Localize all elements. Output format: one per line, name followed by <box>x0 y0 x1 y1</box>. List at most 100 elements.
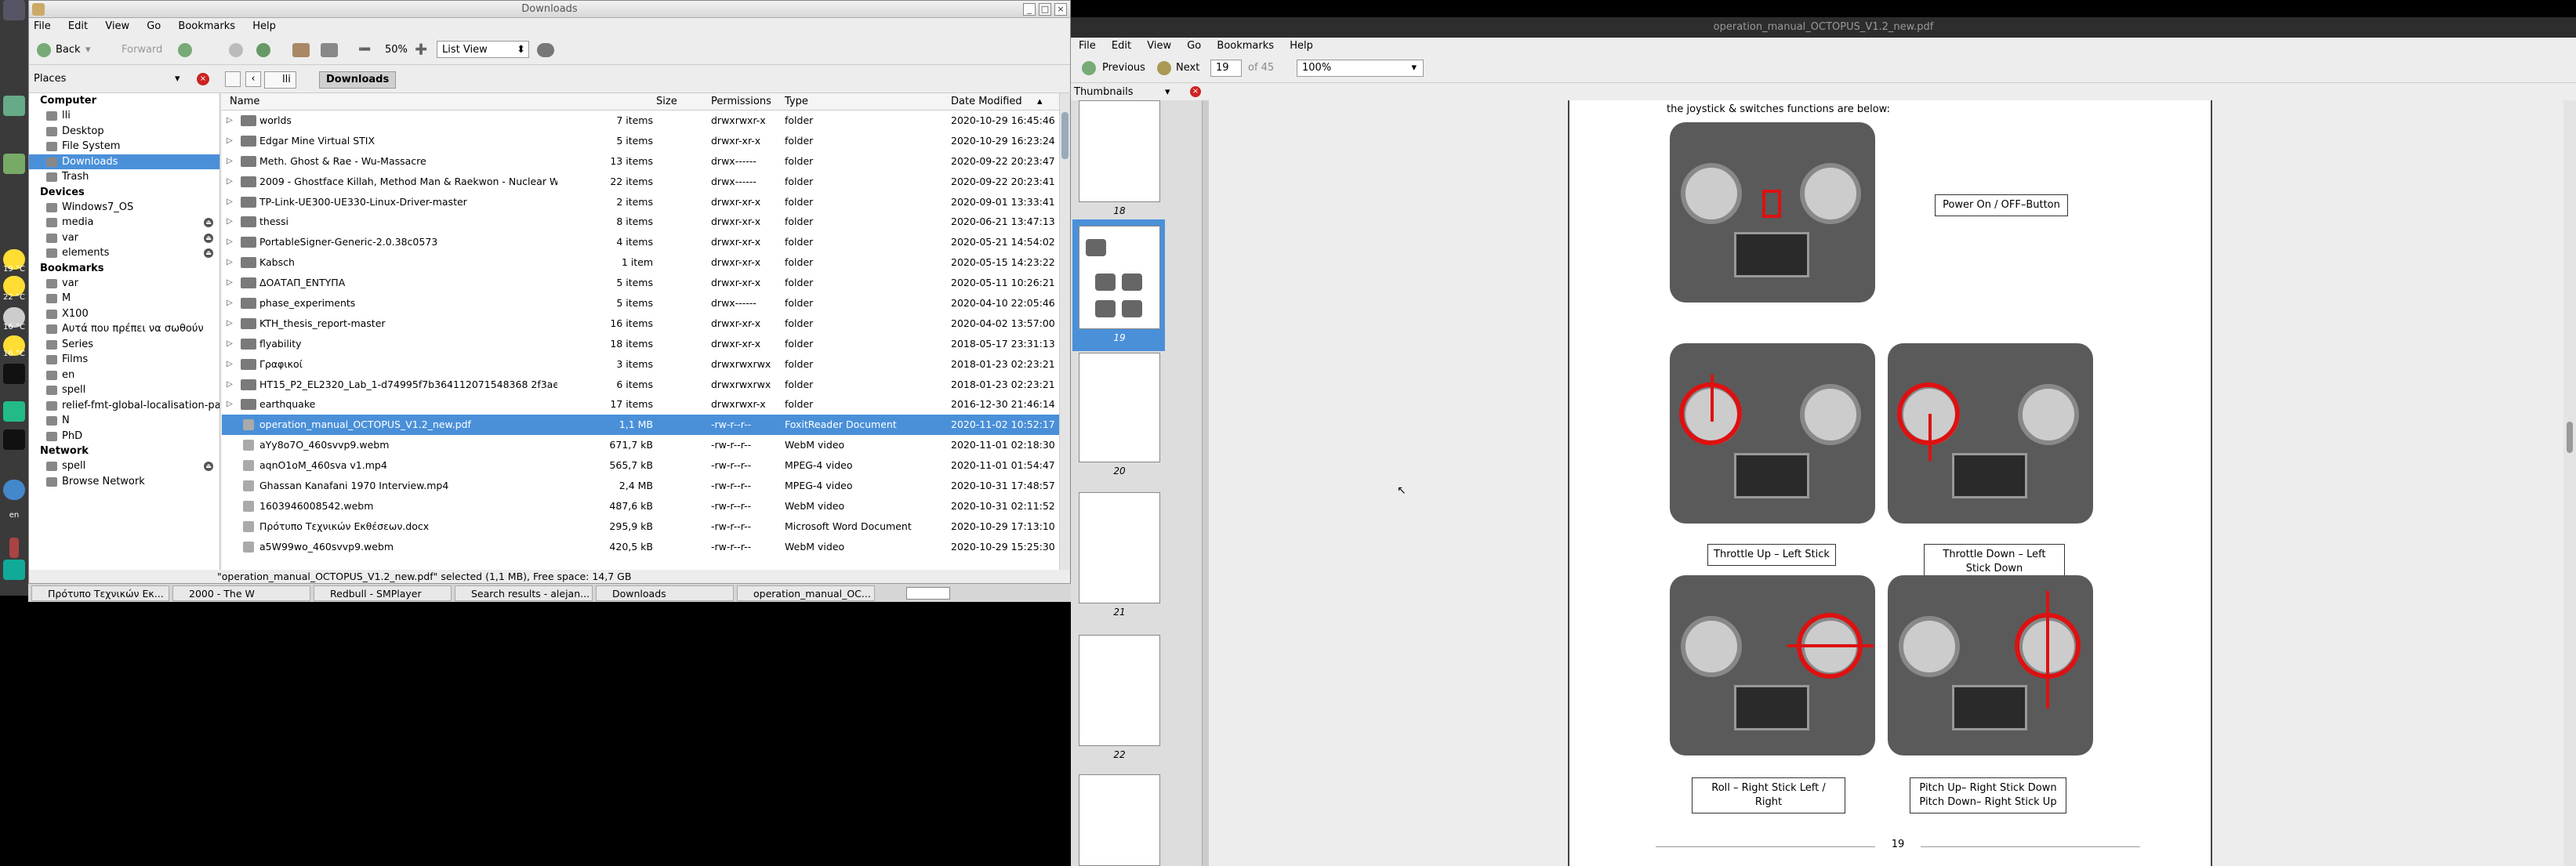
menu-help[interactable]: Help <box>252 20 276 32</box>
app-icon[interactable] <box>3 401 25 422</box>
sidebar-item[interactable]: M <box>29 291 220 306</box>
table-row[interactable]: ▷ HT15_P2_EL2320_Lab_1-d74995f7b364112071… <box>222 375 1062 395</box>
thumbnails-dropdown-icon[interactable]: ▾ <box>1165 86 1170 98</box>
table-row[interactable]: ▷ earthquake 17 items drwxrwxr-x folder 2016-… <box>222 394 1062 415</box>
places-dropdown-icon[interactable]: ▾ <box>175 73 180 85</box>
table-row[interactable]: Ghassan Kanafani 1970 Interview.mp4 2,4 M… <box>222 476 1062 496</box>
expand-icon[interactable]: ▷ <box>227 334 233 354</box>
previous-button[interactable]: Previous <box>1102 62 1145 74</box>
table-row[interactable]: ▷ phase_experiments 5 items drwx------ folde… <box>222 293 1062 313</box>
task-search-results[interactable]: Search results - alejan... <box>455 585 593 601</box>
eject-icon[interactable]: ⏏ <box>204 218 213 227</box>
maximize-icon[interactable]: □ <box>1039 3 1051 16</box>
close-thumbnails-icon[interactable]: × <box>1190 86 1201 97</box>
table-row[interactable]: ▷ Edgar Mine Virtual STIX 5 items drwxr-xr-… <box>222 131 1062 151</box>
pdf-menu-bookmarks[interactable]: Bookmarks <box>1217 40 1274 52</box>
expand-icon[interactable]: ▷ <box>227 354 233 375</box>
thumbnail-page-22[interactable] <box>1079 635 1160 746</box>
sidebar-item[interactable]: spell ⏏ <box>29 458 220 474</box>
sidebar-item[interactable]: lli <box>29 108 220 124</box>
sidebar-item[interactable]: N <box>29 413 220 429</box>
expand-icon[interactable]: ▷ <box>227 232 233 252</box>
trash-icon[interactable] <box>9 538 19 558</box>
column-date-modified[interactable]: Date Modified <box>951 96 1022 107</box>
table-row[interactable]: aqnO1oM_460sva v1.mp4 565,7 kB -rw-r--r-- M… <box>222 455 1062 476</box>
menu-edit[interactable]: Edit <box>68 20 88 32</box>
pdf-menu-file[interactable]: File <box>1079 40 1096 52</box>
thumbnail-page-23[interactable] <box>1079 774 1160 866</box>
task-pdf-viewer[interactable]: operation_manual_OC... <box>737 585 875 601</box>
table-row[interactable]: 1603946008542.webm 487,6 kB -rw-r--r-- WebM… <box>222 496 1062 516</box>
sidebar-item[interactable]: File System <box>29 139 220 154</box>
back-button[interactable]: Back <box>56 42 81 59</box>
pdf-menu-go[interactable]: Go <box>1187 40 1201 52</box>
back-dropdown-icon[interactable]: ▾ <box>85 42 91 59</box>
search-icon[interactable] <box>537 43 554 57</box>
zoom-in-icon[interactable]: ➕ <box>415 42 427 59</box>
reload-icon[interactable] <box>256 43 270 57</box>
expand-icon[interactable]: ▷ <box>227 375 233 395</box>
home-icon[interactable] <box>292 43 310 57</box>
thumbnail-page-20[interactable] <box>1079 353 1160 462</box>
next-icon[interactable] <box>1157 61 1171 75</box>
stop-icon[interactable] <box>229 43 243 57</box>
zoom-select[interactable]: 100% ▾ <box>1297 60 1424 77</box>
menu-bookmarks[interactable]: Bookmarks <box>178 20 235 32</box>
pager-icon[interactable] <box>906 587 950 600</box>
computer-icon[interactable] <box>321 43 338 57</box>
file-list-scrollbar[interactable] <box>1059 93 1070 570</box>
minimize-icon[interactable]: _ <box>1023 3 1036 16</box>
sidebar-item[interactable]: Windows7_OS <box>29 200 220 216</box>
table-row[interactable]: ▷ Γραφικοί 3 items drwxrwxrwx folder 2018-01-… <box>222 354 1062 375</box>
thumbnails-scrollbar[interactable] <box>1203 100 1209 866</box>
menu-view[interactable]: View <box>105 20 129 32</box>
task-2000[interactable]: 2000 - The W <box>172 585 310 601</box>
task-word-doc[interactable]: Πρότυπο Τεχνικών Εκ... <box>31 585 169 601</box>
sidebar-item[interactable]: Αυτά που πρέπει να σωθούν <box>29 321 220 337</box>
terminal-icon[interactable] <box>3 364 25 384</box>
table-row[interactable]: ▷ KTH_thesis_report-master 16 items drwxr-x… <box>222 313 1062 334</box>
expand-icon[interactable]: ▷ <box>227 172 233 192</box>
table-row[interactable]: a5W99wo_460svvp9.webm 420,5 kB -rw-r--r-- W… <box>222 537 1062 557</box>
sidebar-item[interactable]: Desktop <box>29 124 220 140</box>
sidebar-item[interactable]: var ⏏ <box>29 230 220 246</box>
expand-icon[interactable]: ▷ <box>227 212 233 232</box>
table-row[interactable]: Πρότυπο Τεχνικών Εκθέσεων.docx 295,9 kB -r… <box>222 516 1062 537</box>
up-icon[interactable] <box>178 43 192 57</box>
expand-icon[interactable]: ▷ <box>227 394 233 415</box>
zoom-out-icon[interactable]: ➖ <box>358 42 371 59</box>
thumbnail-page-21[interactable] <box>1079 492 1160 603</box>
app-icon[interactable] <box>3 429 25 450</box>
view-mode-select[interactable]: List View ⬍ <box>437 41 529 58</box>
sidebar-item[interactable]: Series <box>29 337 220 353</box>
pdf-scrollbar[interactable] <box>2563 100 2576 866</box>
app-icon[interactable] <box>3 560 25 580</box>
path-left-icon[interactable]: ‹ <box>245 71 261 87</box>
sidebar-item[interactable]: Browse Network <box>29 474 220 490</box>
table-row[interactable]: ▷ thessi 8 items drwxr-xr-x folder 2020-06-21… <box>222 212 1062 232</box>
column-type[interactable]: Type <box>785 96 808 107</box>
close-icon[interactable]: × <box>1054 3 1067 16</box>
table-row[interactable]: ▷ Meth. Ghost & Rae - Wu-Massacre 13 items… <box>222 151 1062 172</box>
expand-icon[interactable]: ▷ <box>227 252 233 273</box>
table-row[interactable]: ▷ PortableSigner-Generic-2.0.38c0573 4 ite… <box>222 232 1062 252</box>
table-row[interactable]: ▷ ΔΟΑΤΑΠ_ΕΝΤΥΠΑ 5 items drwxr-xr-x folder 202… <box>222 273 1062 293</box>
column-name[interactable]: Name <box>230 96 259 107</box>
table-row[interactable]: aYy8o7O_460svvp9.webm 671,7 kB -rw-r--r-- W… <box>222 435 1062 455</box>
pdf-window-titlebar[interactable]: operation_manual_OCTOPUS_V1.2_new.pdf <box>1071 17 2576 38</box>
sidebar-item[interactable]: Films <box>29 352 220 368</box>
expand-icon[interactable]: ▷ <box>227 151 233 172</box>
pdf-menu-view[interactable]: View <box>1147 40 1171 52</box>
language-indicator[interactable]: en <box>0 511 28 520</box>
sidebar-item[interactable]: en <box>29 368 220 383</box>
sidebar-item[interactable]: elements ⏏ <box>29 245 220 261</box>
sidebar-item[interactable]: X100 <box>29 306 220 322</box>
thumbnail-page-19[interactable] <box>1079 226 1160 329</box>
menu-go[interactable]: Go <box>147 20 161 32</box>
expand-icon[interactable]: ▷ <box>227 111 233 131</box>
sidebar-item[interactable]: var <box>29 276 220 292</box>
scrollbar-thumb[interactable] <box>1061 112 1068 159</box>
thumbnail-page-18[interactable] <box>1079 100 1160 202</box>
sidebar-item[interactable]: Downloads <box>29 154 220 169</box>
sidebar-item[interactable]: Trash <box>29 169 220 185</box>
